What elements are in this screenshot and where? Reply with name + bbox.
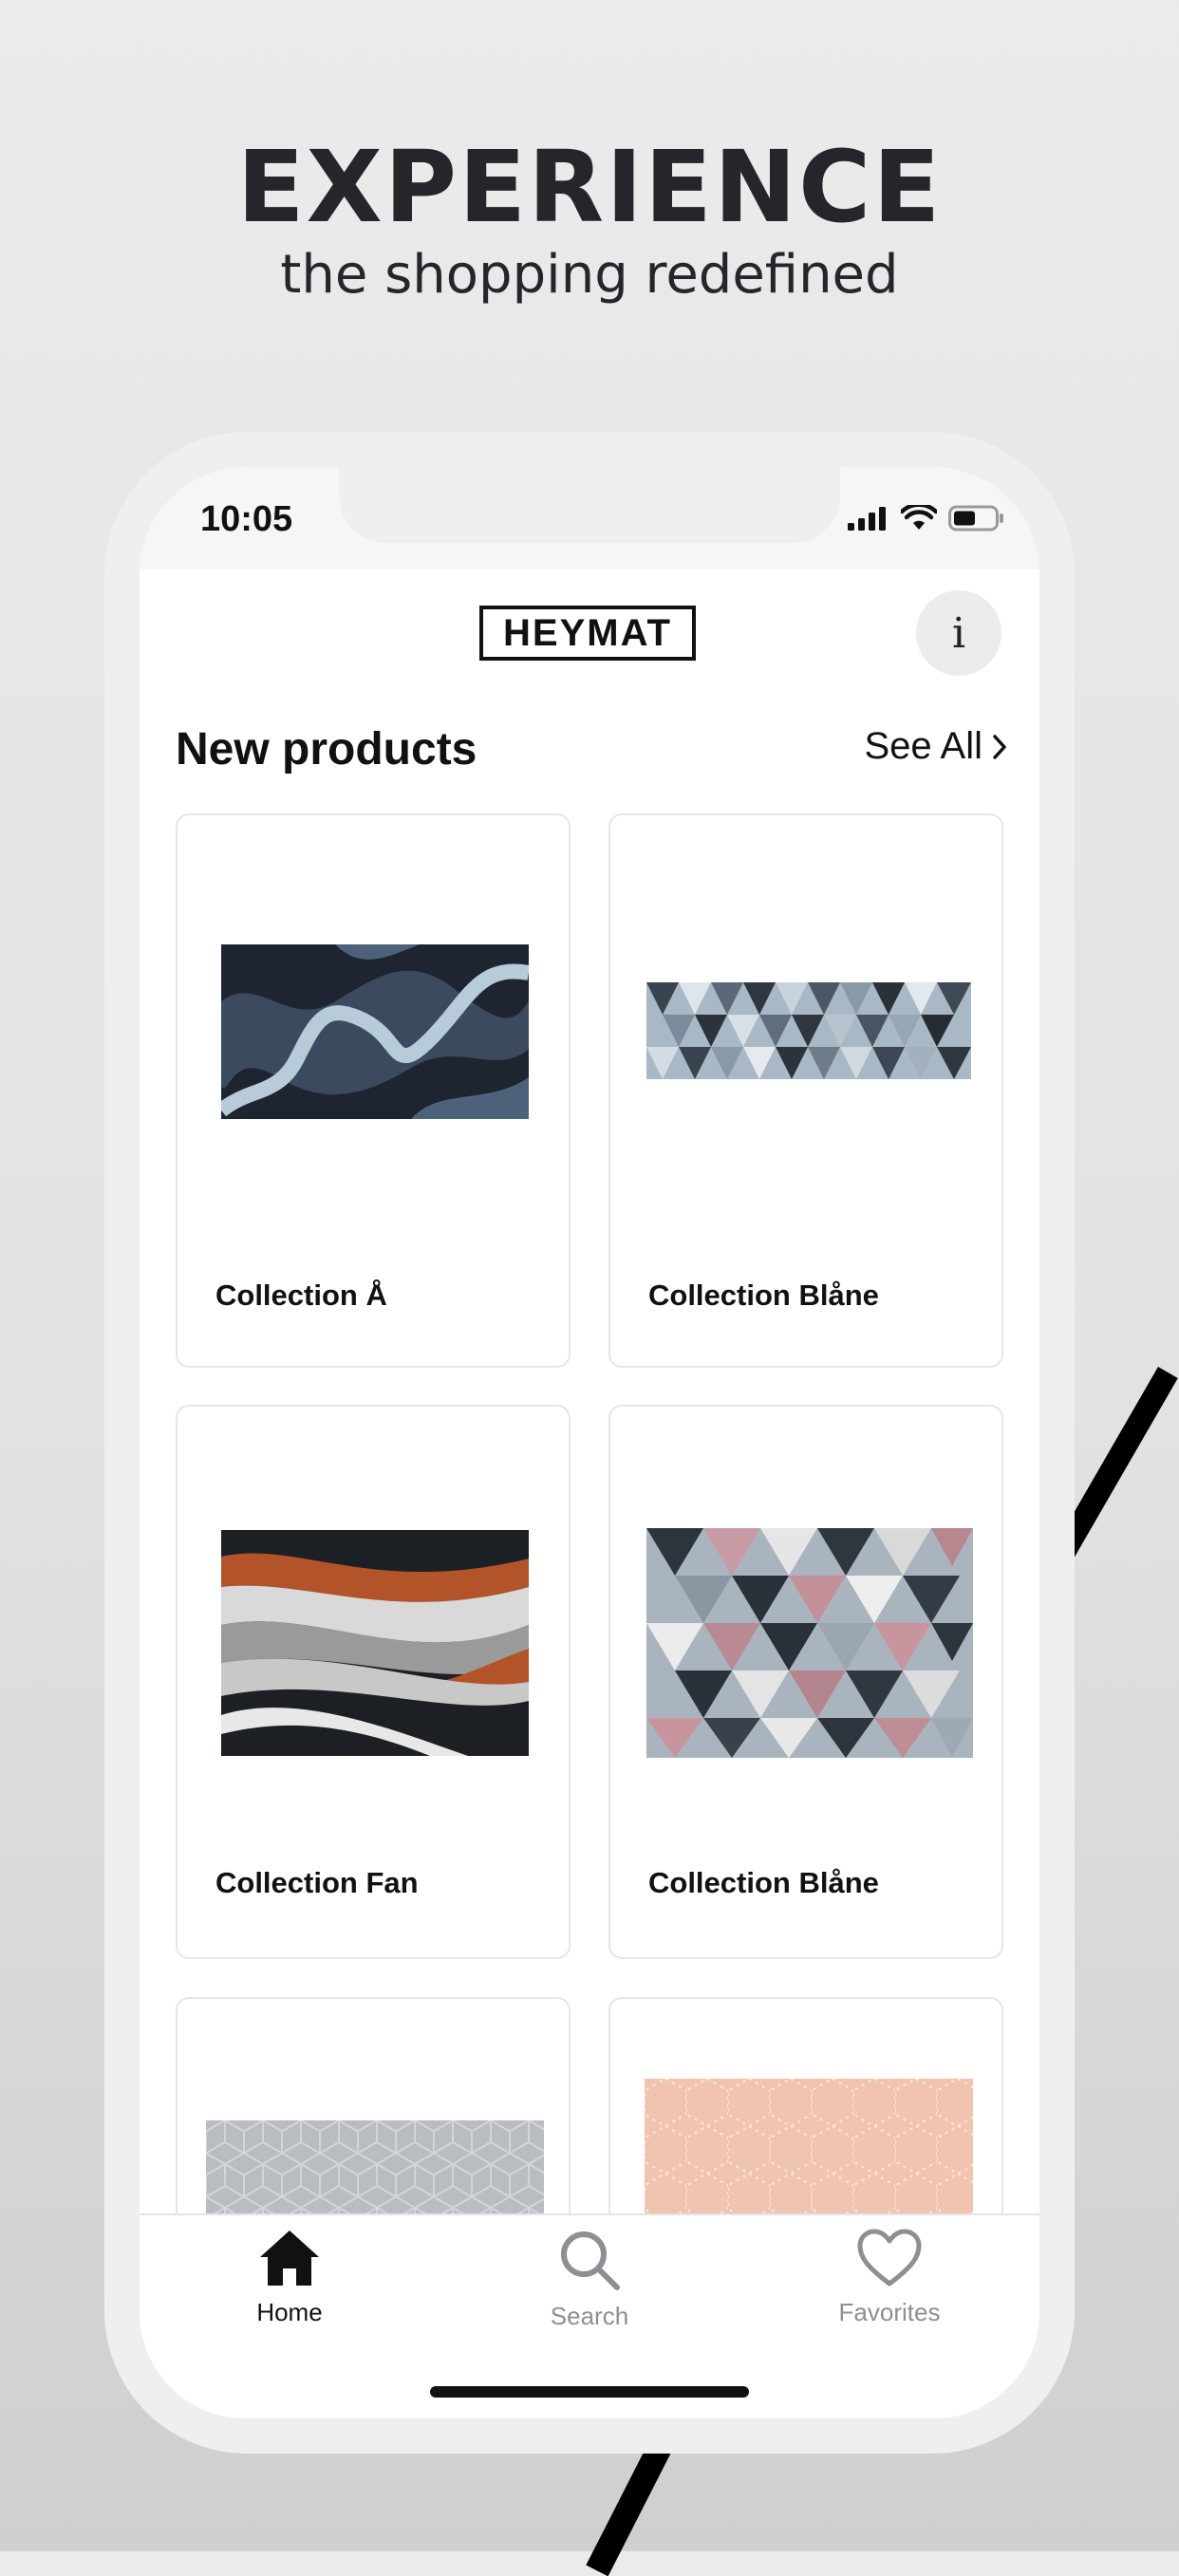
product-card[interactable]: Collection Fan	[176, 1405, 571, 1959]
heart-icon	[857, 2229, 922, 2287]
rug-image-triangles-pink	[646, 1528, 973, 1758]
logo-text: HEYMAT	[503, 611, 672, 654]
info-icon: i	[951, 608, 966, 658]
rug-image-hexagon-peach	[645, 2079, 973, 2231]
section-title: New products	[176, 724, 477, 775]
product-name: Collection Blåne	[648, 1279, 879, 1312]
product-name: Collection Blåne	[648, 1866, 879, 1899]
search-icon	[561, 2231, 620, 2290]
cellular-signal-icon	[848, 507, 886, 531]
status-icons	[848, 505, 1005, 532]
promo-headline: EXPERIENCE	[236, 129, 943, 245]
product-name: Collection Fan	[215, 1866, 419, 1899]
tab-home[interactable]: Home	[195, 2229, 384, 2327]
tab-bar: Home Search Favorites	[140, 2213, 1039, 2418]
battery-icon	[948, 505, 1003, 532]
home-icon	[260, 2231, 319, 2286]
phone-notch	[339, 467, 840, 543]
info-button[interactable]: i	[916, 590, 1001, 676]
phone-frame: 10:05 HEYMAT i New products See All Coll…	[104, 432, 1075, 2454]
product-card[interactable]: Collection Å	[176, 813, 571, 1368]
status-time: 10:05	[200, 499, 293, 539]
rug-image-triangles-blue	[646, 982, 971, 1079]
tab-favorites-label: Favorites	[838, 2298, 941, 2326]
see-all-link[interactable]: See All	[864, 725, 1007, 768]
heymat-logo[interactable]: HEYMAT	[479, 606, 696, 661]
rug-image-hexagon-grey	[206, 2120, 544, 2225]
app-header: HEYMAT i	[140, 569, 1039, 676]
home-indicator[interactable]	[430, 2386, 749, 2398]
tab-search[interactable]: Search	[495, 2229, 684, 2331]
wifi-icon	[901, 505, 937, 530]
product-feed: New products See All Collection Å Collec…	[140, 676, 1039, 2418]
chevron-right-icon	[993, 734, 1006, 759]
rug-image-wave-blue	[221, 944, 529, 1119]
product-name: Collection Å	[215, 1279, 387, 1312]
product-card[interactable]: Collection Blåne	[608, 813, 1003, 1368]
app-screen: 10:05 HEYMAT i New products See All Coll…	[140, 467, 1039, 2418]
rug-image-wave-orange	[221, 1530, 529, 1756]
see-all-label: See All	[864, 725, 982, 767]
tab-search-label: Search	[550, 2302, 629, 2330]
product-card[interactable]: Collection Blåne	[608, 1405, 1003, 1959]
promo-subheadline: the shopping redefined	[280, 244, 899, 306]
tab-favorites[interactable]: Favorites	[795, 2229, 984, 2327]
tab-home-label: Home	[256, 2298, 323, 2326]
